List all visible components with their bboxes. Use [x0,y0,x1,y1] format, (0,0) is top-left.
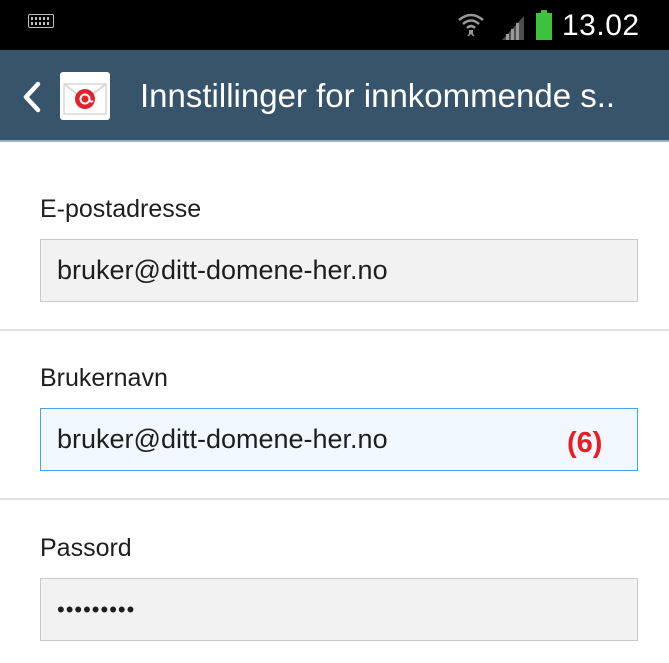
action-bar: Innstillinger for innkommende s.. [0,50,669,142]
username-field[interactable]: bruker@ditt-domene-her.no [40,408,638,471]
divider [0,498,669,500]
username-label: Brukernavn [40,364,168,392]
step-annotation: (6) [567,427,603,459]
email-app-icon[interactable] [60,72,110,120]
wifi-icon [458,13,484,37]
battery-icon [536,10,552,40]
signal-icon [502,16,524,40]
email-field[interactable]: bruker@ditt-domene-her.no [40,239,638,302]
divider [0,329,669,331]
status-bar: 13.02 [0,0,669,50]
back-icon[interactable] [20,80,44,114]
email-label: E-postadresse [40,195,202,223]
page-title: Innstillinger for innkommende s.. [140,77,616,114]
keyboard-icon [28,14,54,28]
status-clock: 13.02 [562,9,640,42]
password-field[interactable]: ••••••••• [40,578,638,641]
password-label: Passord [40,534,132,562]
